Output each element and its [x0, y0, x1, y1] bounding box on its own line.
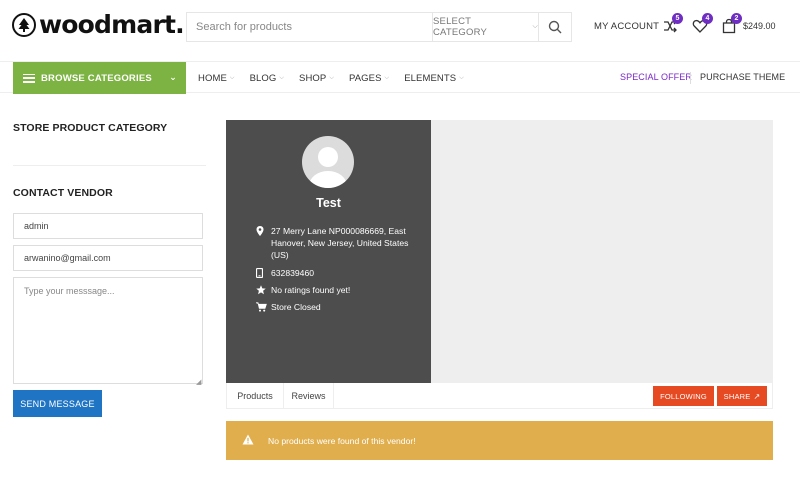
store-name: Test: [316, 196, 341, 210]
store-rating: No ratings found yet!: [256, 284, 417, 298]
star-icon: [256, 284, 271, 298]
menu-item-label: SHOP: [299, 72, 327, 84]
external-link-icon: ↗: [753, 391, 761, 401]
map-pin-icon: [256, 225, 271, 261]
tab-products[interactable]: Products: [227, 383, 284, 408]
store-banner-image: [431, 120, 773, 383]
email-field[interactable]: [13, 245, 203, 271]
compare-button[interactable]: 5: [662, 13, 683, 34]
message-field[interactable]: [13, 277, 203, 384]
product-search: SELECT CATEGORY ⌵: [186, 12, 572, 42]
chevron-down-icon: ⌵: [329, 74, 335, 81]
following-button[interactable]: FOLLOWING: [653, 386, 714, 406]
phone-text[interactable]: 632839460: [271, 267, 417, 281]
logo-text: woodmart.: [39, 10, 185, 39]
primary-menu: HOME ⌵ BLOG ⌵ SHOP ⌵ PAGES ⌵ ELEMENTS ⌵: [198, 62, 479, 94]
search-icon: [548, 20, 562, 34]
category-select-label: SELECT CATEGORY: [433, 16, 488, 38]
cart-count-badge: 2: [731, 13, 742, 24]
cart-button[interactable]: 2: [721, 13, 742, 34]
status-text: Store Closed: [271, 302, 321, 312]
tree-icon: [12, 12, 36, 37]
menu-item-label: BLOG: [249, 72, 277, 84]
purchase-theme-link[interactable]: PURCHASE THEME: [700, 72, 785, 82]
compare-count-badge: 5: [672, 13, 683, 24]
chevron-down-icon: ⌵: [229, 74, 235, 81]
contact-vendor-title: CONTACT VENDOR: [13, 187, 113, 199]
user-silhouette-icon: [309, 147, 347, 188]
share-button[interactable]: SHARE ↗: [717, 386, 767, 406]
store-phone: 632839460: [255, 267, 417, 281]
warning-icon: [242, 434, 254, 447]
menu-item-elements[interactable]: ELEMENTS ⌵: [404, 73, 464, 84]
menu-item-blog[interactable]: BLOG ⌵: [250, 73, 284, 84]
special-offer-link[interactable]: SPECIAL OFFER: [620, 72, 692, 82]
menu-item-label: HOME: [198, 72, 227, 84]
avatar: [302, 136, 354, 188]
menu-item-label: PAGES: [349, 72, 382, 84]
wishlist-count-badge: 4: [702, 13, 713, 24]
address-text: 27 Merry Lane NP000086669, East Hanover,…: [271, 226, 409, 260]
mobile-phone-icon: [255, 267, 271, 281]
browse-categories-label: BROWSE CATEGORIES: [41, 72, 152, 84]
my-account-link[interactable]: MY ACCOUNT: [594, 16, 659, 36]
cart-total[interactable]: $249.00: [743, 21, 776, 31]
menu-item-pages[interactable]: PAGES ⌵: [349, 73, 389, 84]
rating-text: No ratings found yet!: [271, 285, 351, 295]
chevron-down-icon: ⌵: [279, 74, 285, 81]
share-label: SHARE: [723, 391, 751, 401]
send-message-button[interactable]: SEND MESSAGE: [13, 390, 102, 417]
menu-item-home[interactable]: HOME ⌵: [198, 73, 235, 84]
name-field[interactable]: [13, 213, 203, 239]
tab-reviews[interactable]: Reviews: [284, 383, 334, 408]
browse-categories-button[interactable]: BROWSE CATEGORIES ⌄: [13, 62, 186, 94]
chevron-down-icon: ⌄: [169, 72, 177, 82]
shopping-cart-icon: [256, 301, 271, 315]
store-address: 27 Merry Lane NP000086669, East Hanover,…: [256, 225, 417, 261]
main-navigation: BROWSE CATEGORIES ⌄ HOME ⌵ BLOG ⌵ SHOP ⌵ PA…: [0, 61, 800, 94]
search-input[interactable]: [187, 13, 432, 41]
wishlist-button[interactable]: 4: [692, 13, 713, 34]
category-select[interactable]: SELECT CATEGORY ⌵: [432, 13, 538, 41]
menu-item-label: ELEMENTS: [404, 72, 457, 84]
notice-text: No products were found of this vendor!: [268, 435, 416, 446]
nav-divider: [690, 72, 691, 84]
menu-icon: [23, 73, 35, 83]
site-logo[interactable]: woodmart.: [12, 10, 185, 39]
search-button[interactable]: [538, 13, 571, 41]
sidebar-divider: [13, 165, 206, 166]
store-status: Store Closed: [256, 301, 417, 315]
menu-item-shop[interactable]: SHOP ⌵: [299, 73, 334, 84]
chevron-down-icon: ⌵: [459, 74, 464, 81]
no-products-notice: No products were found of this vendor!: [226, 421, 773, 460]
site-header: woodmart. SELECT CATEGORY ⌵ MY ACCOUNT 5…: [0, 0, 800, 58]
resize-handle-icon[interactable]: ◢: [196, 378, 201, 386]
store-category-title: STORE PRODUCT CATEGORY: [13, 122, 168, 134]
chevron-down-icon: ⌵: [384, 74, 390, 81]
